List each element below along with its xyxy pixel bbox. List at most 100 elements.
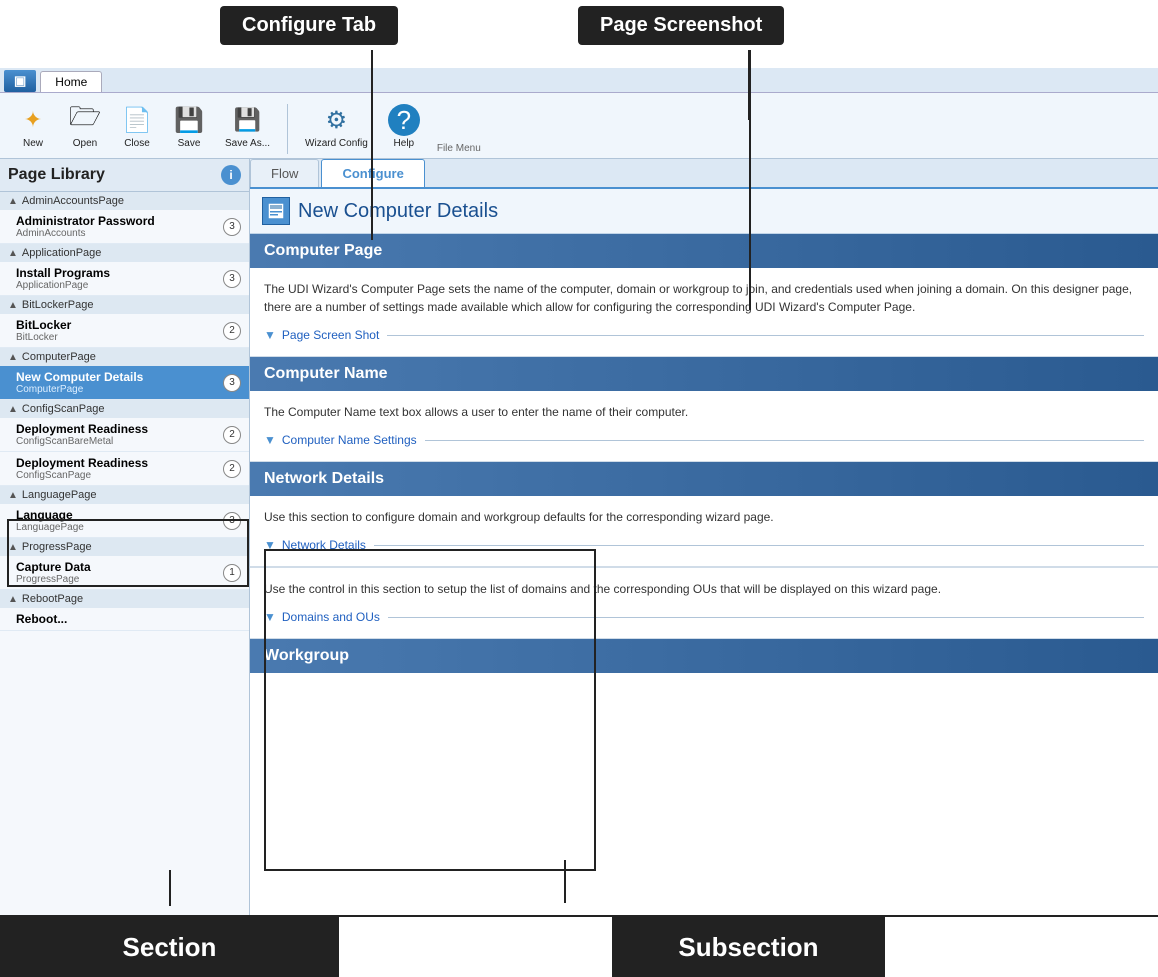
sidebar-item-admin-password[interactable]: Administrator Password AdminAccounts 3	[0, 210, 249, 244]
subsection-label: Page Screen Shot	[282, 326, 379, 344]
sidebar-group-configscan: ▲ ConfigScanPage Deployment Readiness Co…	[0, 400, 249, 486]
chevron-down-icon: ▲	[8, 300, 18, 311]
sidebar-item-language[interactable]: Language LanguagePage 3	[0, 504, 249, 538]
subsection-label: Subsection	[612, 917, 885, 977]
chevron-down-icon: ▲	[8, 196, 18, 207]
section-body-network-details: Use this section to configure domain and…	[250, 496, 1158, 567]
sidebar-item-badge: 1	[223, 564, 241, 582]
sidebar: Page Library i ▲ AdminAccountsPage Admin…	[0, 159, 250, 915]
tab-configure[interactable]: Configure	[321, 159, 424, 187]
section-header-network-details: Network Details	[250, 462, 1158, 496]
sidebar-item-deployment-configscan[interactable]: Deployment Readiness ConfigScanPage 2	[0, 452, 249, 486]
sidebar-group-label-reboot: RebootPage	[22, 593, 83, 605]
sidebar-item-install-programs[interactable]: Install Programs ApplicationPage 3	[0, 262, 249, 296]
save-button[interactable]: 💾 Save	[166, 99, 212, 154]
home-tab[interactable]: Home	[40, 71, 102, 92]
section-body-computer-name: The Computer Name text box allows a user…	[250, 391, 1158, 462]
sidebar-item-subtitle: LanguagePage	[16, 522, 219, 533]
close-icon: 📄	[121, 104, 153, 136]
file-menu-label: File Menu	[437, 143, 481, 154]
subsection-line	[388, 617, 1144, 618]
subsection-line	[374, 545, 1144, 546]
subsection-computer-name-settings[interactable]: ▼ Computer Name Settings	[264, 431, 1144, 449]
subsection-page-screenshot[interactable]: ▼ Page Screen Shot	[264, 326, 1144, 344]
sidebar-item-title: Deployment Readiness	[16, 456, 219, 470]
ribbon: ▣ Home ✦ New 🗁 Open 📄 Close 💾 Save 💾 Sav…	[0, 68, 1158, 159]
section-body-computer-page: The UDI Wizard's Computer Page sets the …	[250, 268, 1158, 357]
subsection-line	[387, 335, 1144, 336]
subsection-domains-ous[interactable]: ▼ Domains and OUs	[264, 608, 1144, 626]
sidebar-item-badge: 3	[223, 512, 241, 530]
sidebar-item-badge: 3	[223, 374, 241, 392]
sidebar-item-badge: 3	[223, 270, 241, 288]
sidebar-group-label-application: ApplicationPage	[22, 247, 102, 259]
sidebar-item-new-computer[interactable]: New Computer Details ComputerPage 3	[0, 366, 249, 400]
chevron-down-icon: ▲	[8, 490, 18, 501]
sidebar-group-header-computer: ▲ ComputerPage	[0, 348, 249, 366]
content-body[interactable]: Computer Page The UDI Wizard's Computer …	[250, 234, 1158, 915]
wizard-config-button[interactable]: ⚙ Wizard Config	[298, 99, 375, 154]
sidebar-group-application: ▲ ApplicationPage Install Programs Appli…	[0, 244, 249, 296]
sidebar-item-subtitle: ApplicationPage	[16, 280, 219, 291]
sidebar-group-header-bitlocker: ▲ BitLockerPage	[0, 296, 249, 314]
content-tabs: Flow Configure	[250, 159, 1158, 189]
section-header-workgroup: Workgroup	[250, 639, 1158, 673]
page-title: New Computer Details	[298, 200, 498, 223]
ribbon-separator	[287, 104, 288, 154]
section-label: Section	[0, 917, 339, 977]
chevron-right-icon: ▼	[264, 326, 276, 344]
section-header-computer-name: Computer Name	[250, 357, 1158, 391]
sidebar-scroll[interactable]: ▲ AdminAccountsPage Administrator Passwo…	[0, 192, 249, 915]
help-button[interactable]: ? Help	[381, 99, 427, 154]
sidebar-item-deployment-baremetal[interactable]: Deployment Readiness ConfigScanBareMetal…	[0, 418, 249, 452]
section-header-computer-page: Computer Page	[250, 234, 1158, 268]
chevron-right-icon: ▼	[264, 536, 276, 554]
sidebar-item-subtitle: AdminAccounts	[16, 228, 219, 239]
sidebar-group-label-progress: ProgressPage	[22, 541, 92, 553]
open-icon: 🗁	[69, 104, 101, 136]
configure-tab-label: Configure Tab	[220, 6, 398, 45]
section-computer-page: Computer Page The UDI Wizard's Computer …	[250, 234, 1158, 357]
section-body-domains: Use the control in this section to setup…	[250, 567, 1158, 639]
page-title-bar: New Computer Details	[250, 189, 1158, 234]
sidebar-group-computer: ▲ ComputerPage New Computer Details Comp…	[0, 348, 249, 400]
sidebar-item-title: Administrator Password	[16, 214, 219, 228]
sidebar-group-header-language: ▲ LanguagePage	[0, 486, 249, 504]
sidebar-group-header-progress: ▲ ProgressPage	[0, 538, 249, 556]
close-button[interactable]: 📄 Close	[114, 99, 160, 154]
sidebar-group-header-configscan: ▲ ConfigScanPage	[0, 400, 249, 418]
sidebar-item-subtitle: ComputerPage	[16, 384, 219, 395]
sidebar-group-header-reboot: ▲ RebootPage	[0, 590, 249, 608]
new-button[interactable]: ✦ New	[10, 99, 56, 154]
sidebar-group-label-computer: ComputerPage	[22, 351, 96, 363]
sidebar-item-subtitle: ConfigScanBareMetal	[16, 436, 219, 447]
section-computer-name: Computer Name The Computer Name text box…	[250, 357, 1158, 462]
sidebar-group-label-language: LanguagePage	[22, 489, 97, 501]
open-button[interactable]: 🗁 Open	[62, 99, 108, 154]
sidebar-group-label-configscan: ConfigScanPage	[22, 403, 105, 415]
sidebar-item-badge: 3	[223, 218, 241, 236]
save-as-button[interactable]: 💾 Save As...	[218, 99, 277, 154]
sidebar-item-badge: 2	[223, 322, 241, 340]
tab-flow[interactable]: Flow	[250, 159, 319, 187]
sidebar-item-reboot[interactable]: Reboot...	[0, 608, 249, 631]
sidebar-group-reboot: ▲ RebootPage Reboot...	[0, 590, 249, 631]
chevron-down-icon: ▲	[8, 404, 18, 415]
sidebar-item-bitlocker[interactable]: BitLocker BitLocker 2	[0, 314, 249, 348]
sidebar-item-title: Reboot...	[16, 612, 241, 626]
sidebar-group-bitlocker: ▲ BitLockerPage BitLocker BitLocker 2	[0, 296, 249, 348]
sidebar-item-capture-data[interactable]: Capture Data ProgressPage 1	[0, 556, 249, 590]
sidebar-group-admin: ▲ AdminAccountsPage Administrator Passwo…	[0, 192, 249, 244]
app-button[interactable]: ▣	[4, 70, 36, 92]
sidebar-info-icon[interactable]: i	[221, 165, 241, 185]
subsection-network-details[interactable]: ▼ Network Details	[264, 536, 1144, 554]
new-icon: ✦	[17, 104, 49, 136]
save-icon: 💾	[173, 104, 205, 136]
chevron-right-icon: ▼	[264, 608, 276, 626]
sidebar-item-title: New Computer Details	[16, 370, 219, 384]
section-network-details: Network Details Use this section to conf…	[250, 462, 1158, 567]
sidebar-item-title: Language	[16, 508, 219, 522]
sidebar-title: Page Library	[8, 166, 221, 184]
sidebar-item-subtitle: ProgressPage	[16, 574, 219, 585]
subsection-label: Computer Name Settings	[282, 431, 417, 449]
